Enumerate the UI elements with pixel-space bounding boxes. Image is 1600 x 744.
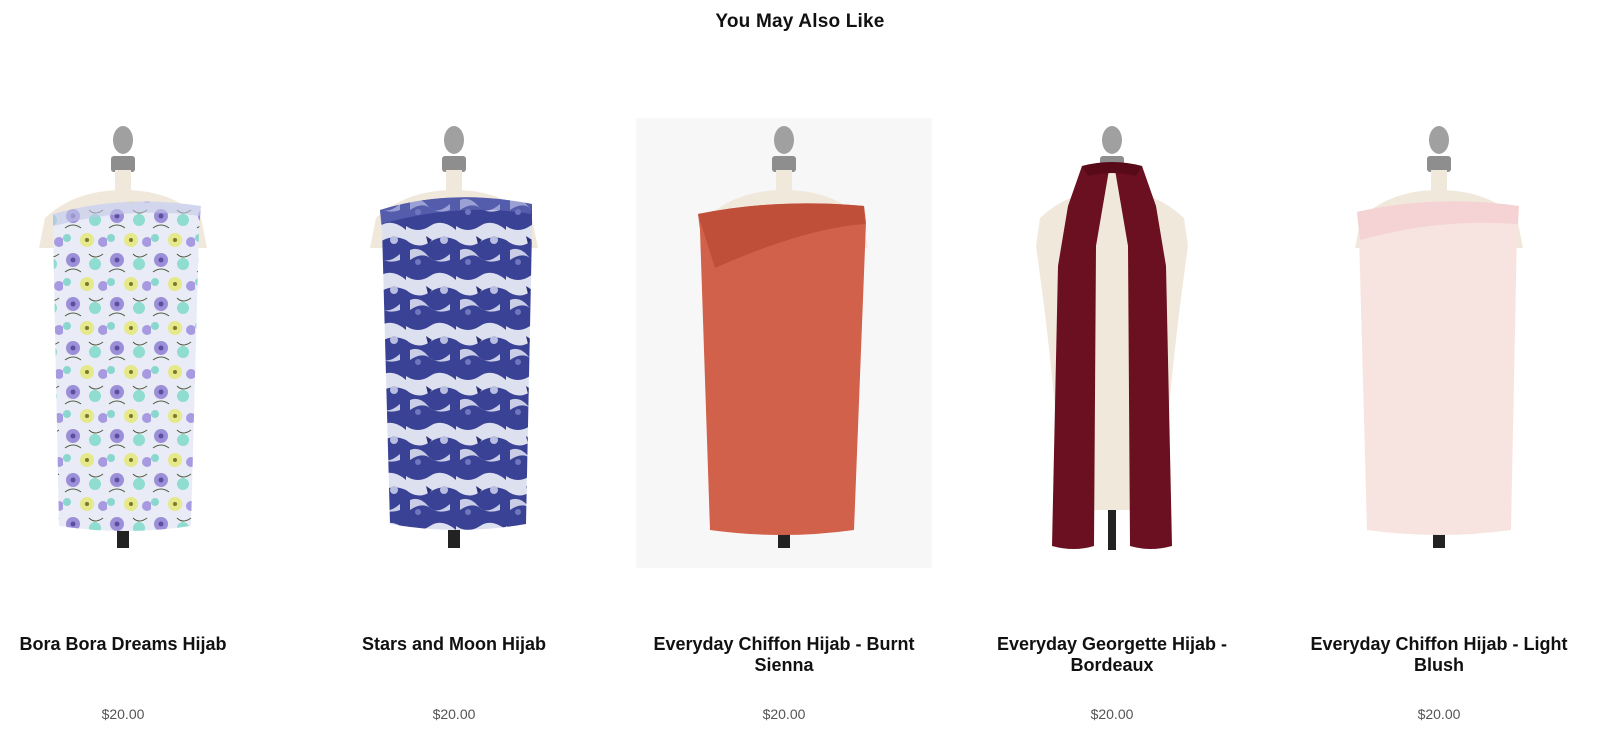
product-image[interactable] xyxy=(964,118,1260,568)
product-name[interactable]: Everyday Chiffon Hijab - Burnt Sienna xyxy=(636,634,932,676)
product-price: $20.00 xyxy=(101,706,145,722)
product-price: $20.00 xyxy=(1090,706,1134,722)
product-image[interactable] xyxy=(0,118,271,568)
product-price: $20.00 xyxy=(432,706,476,722)
product-price: $20.00 xyxy=(762,706,806,722)
product-name[interactable]: Bora Bora Dreams Hijab xyxy=(0,634,271,655)
product-card[interactable]: Everyday Georgette Hijab - Bordeaux $20.… xyxy=(964,118,1260,728)
product-card[interactable]: Everyday Chiffon Hijab - Burnt Sienna $2… xyxy=(636,118,932,728)
product-name[interactable]: Stars and Moon Hijab xyxy=(306,634,602,655)
product-grid: Bora Bora Dreams Hijab $20.00 Stars and … xyxy=(0,118,1600,728)
product-name[interactable]: Everyday Georgette Hijab - Bordeaux xyxy=(964,634,1260,676)
product-card[interactable]: Stars and Moon Hijab $20.00 xyxy=(306,118,602,728)
product-card[interactable]: Bora Bora Dreams Hijab $20.00 xyxy=(0,118,271,728)
product-image[interactable] xyxy=(1291,118,1587,568)
product-name[interactable]: Everyday Chiffon Hijab - Light Blush xyxy=(1291,634,1587,676)
product-image[interactable] xyxy=(636,118,932,568)
product-price: $20.00 xyxy=(1417,706,1461,722)
product-card[interactable]: Everyday Chiffon Hijab - Light Blush $20… xyxy=(1291,118,1587,728)
product-image[interactable] xyxy=(306,118,602,568)
section-title: You May Also Like xyxy=(715,11,885,32)
